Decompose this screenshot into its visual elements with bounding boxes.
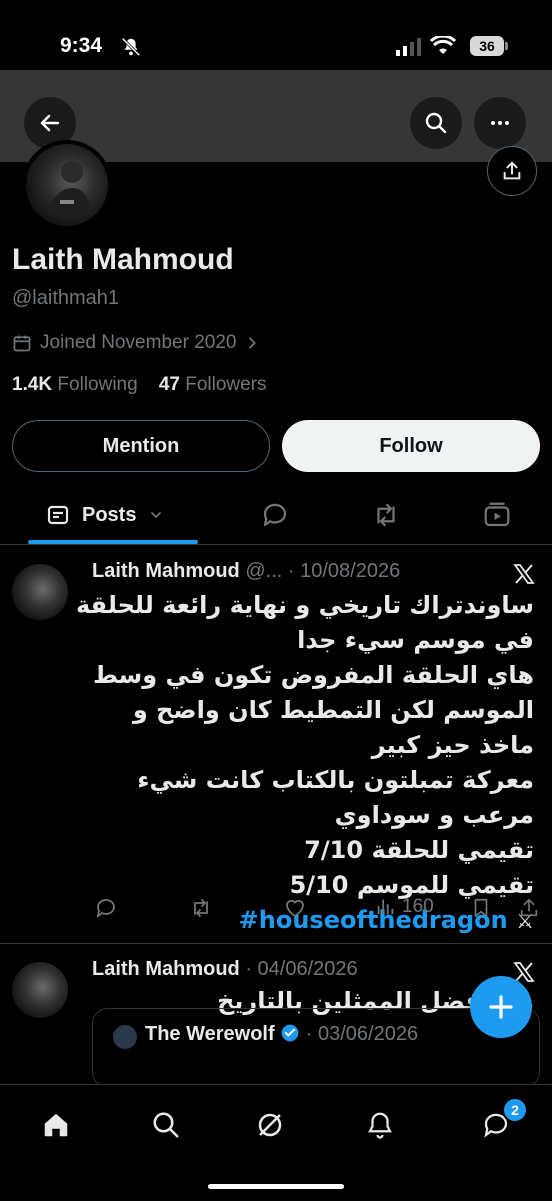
following-link[interactable]: 1.4K Following [12,374,138,395]
calendar-icon [13,335,31,352]
bookmark-button[interactable] [470,896,492,920]
home-indicator [208,1184,344,1189]
share-icon [503,161,521,180]
views-count: 160 [402,896,434,917]
joined-date[interactable]: Joined November 2020 [12,332,260,354]
follow-stats: 1.4K Following 47 Followers [12,374,267,396]
bell-icon [368,1112,392,1139]
nav-home[interactable] [36,1105,76,1145]
tab-replies[interactable] [260,498,290,532]
post-line: تقيمي للحلقة 7/10 [304,836,534,864]
heart-icon [286,899,304,918]
share-post-button[interactable] [518,896,540,920]
wifi-icon [430,36,456,54]
post-date: · 04/06/2026 [245,958,358,980]
reply-button[interactable] [94,896,118,920]
repost-button[interactable] [188,896,214,920]
following-count: 1.4K [12,374,53,395]
arrow-left-icon [40,114,60,132]
post-author[interactable]: Laith Mahmoud [92,958,240,980]
tab-media[interactable] [482,498,512,532]
plus-icon [489,995,513,1019]
following-label: Following [57,374,138,395]
bell-off-icon [121,37,141,57]
avatar-silhouette [46,161,92,214]
profile-name: Laith Mahmoud [12,243,234,276]
search-icon [153,1112,179,1138]
battery-indicator: 36 [470,36,504,56]
post-handle: @... [245,560,283,582]
more-button[interactable] [474,97,526,149]
reply-bubble-icon [263,503,287,527]
post-line: ساوندتراك تاريخي و نهاية رائعة للحلقة في… [75,591,534,654]
reply-icon [96,899,115,919]
post-author[interactable]: Laith Mahmoud [92,560,240,582]
followers-count: 47 [158,374,180,395]
post-date: · 10/08/2026 [287,560,401,582]
tab-reposts[interactable] [370,498,402,532]
post-line: هاي الحلقة المفروض تكون في وسط الموسم لك… [92,661,534,759]
post-line: معركة تمبلتون بالكتاب كانت شيء مرعب و سو… [137,766,534,829]
share-button[interactable] [487,146,537,196]
repost-icon [377,503,395,527]
tab-posts-label: Posts [82,503,137,526]
views-button[interactable]: 160 [374,896,434,918]
nav-notifications[interactable] [360,1105,400,1145]
nav-grok[interactable] [250,1105,290,1145]
post-avatar[interactable] [12,564,68,620]
bookmark-icon [474,898,488,918]
verified-badge-icon [281,1024,299,1042]
chart-bars-icon [377,899,394,915]
followers-label: Followers [185,374,267,395]
quote-header: The Werewolf · 03/06/2026 [145,1023,418,1046]
post-avatar[interactable] [12,962,68,1018]
signal-icon [396,38,421,56]
quote-avatar [113,1025,137,1049]
chevron-down-icon [151,512,162,519]
x-logo-icon[interactable] [512,562,536,586]
profile-avatar[interactable] [22,140,112,230]
grok-icon [258,1113,282,1137]
joined-label: Joined November 2020 [40,332,237,353]
media-icon [484,502,510,527]
share-icon [520,898,538,917]
quote-author: The Werewolf [145,1023,275,1045]
post-header: Laith Mahmoud @... · 10/08/2026 [92,560,400,583]
post-actions: 160 [92,896,540,928]
messages-badge: 2 [502,1097,528,1123]
status-time: 9:34 [60,34,103,57]
posts-icon [47,505,69,525]
search-icon [425,112,447,134]
post-header: Laith Mahmoud · 04/06/2026 [92,958,358,981]
post-text: ساوندتراك تاريخي و نهاية رائعة للحلقة في… [74,588,534,939]
quote-date: · 03/06/2026 [305,1023,419,1045]
nav-search[interactable] [146,1105,186,1145]
post-divider [0,943,552,944]
home-icon [44,1113,68,1137]
more-icon [491,121,509,125]
search-button[interactable] [410,97,462,149]
profile-handle: @laithmah1 [12,287,120,309]
followers-link[interactable]: 47 Followers [159,374,267,395]
battery-tip [505,42,508,50]
mention-button[interactable]: Mention [12,420,270,472]
like-button[interactable] [282,896,308,920]
tab-divider [0,544,552,545]
chevron-right-icon [249,337,257,349]
tab-posts[interactable]: Posts [46,498,164,532]
compose-button[interactable] [470,976,532,1038]
repost-icon [194,899,208,917]
follow-button[interactable]: Follow [282,420,540,472]
